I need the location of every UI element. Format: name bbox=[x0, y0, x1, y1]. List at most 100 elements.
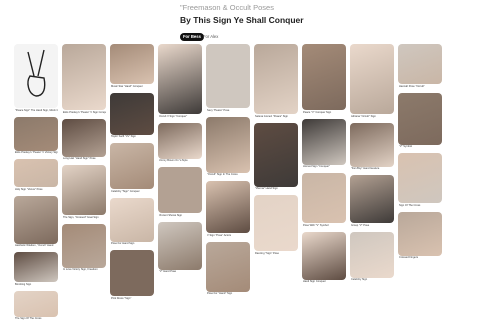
pin-image[interactable] bbox=[62, 165, 106, 215]
pin-caption: In Love Victory Sign, Freedom bbox=[63, 268, 98, 271]
pin-card[interactable]: Celebrity "Sign" Conquer bbox=[110, 143, 154, 197]
pin-image[interactable] bbox=[398, 211, 442, 256]
pin-image[interactable] bbox=[110, 44, 154, 84]
pin-image[interactable] bbox=[110, 143, 154, 189]
pin-card[interactable]: The Sign Of The Cross bbox=[14, 290, 58, 325]
pin-caption: Pose For "Hand" Sign bbox=[207, 292, 233, 295]
pin-caption: "Peace Sign" The Hand Sign, Mock Conquer bbox=[15, 108, 58, 112]
pin-caption: Adriana "Occult" Sign bbox=[351, 114, 376, 118]
pin-caption: Music Star "Hand" Conquer bbox=[111, 84, 143, 88]
pin-card[interactable]: Elvis Presley's "Peace" V Sign Conquer bbox=[62, 44, 106, 118]
pin-image[interactable] bbox=[158, 221, 202, 270]
pin-caption: Jimmy Brown On V-Style bbox=[159, 159, 188, 162]
pin-card[interactable]: Adriana "Occult" Sign bbox=[350, 44, 394, 122]
pin-card[interactable]: "Fan Boy" Hand Gesture bbox=[350, 122, 394, 175]
pin-caption: Pose For Hand Sign bbox=[111, 242, 135, 245]
pin-card[interactable]: Pose For Hand Sign bbox=[110, 197, 154, 250]
pin-image[interactable] bbox=[350, 122, 394, 167]
pin-image[interactable] bbox=[302, 231, 346, 280]
pin-caption: Peace "V" Conquer Sign bbox=[303, 110, 332, 114]
pin-card[interactable]: Hannah Pose "Occult" bbox=[398, 44, 442, 92]
pin-card[interactable]: Peace "V" Conquer Sign bbox=[302, 44, 346, 118]
pin-image[interactable] bbox=[350, 231, 394, 278]
pin-image[interactable] bbox=[254, 44, 298, 114]
pin-card[interactable]: Taylor Swift "Vs" Sign bbox=[110, 92, 154, 143]
peace-hand-icon bbox=[27, 49, 46, 97]
pin-card[interactable]: Celebrity Sign bbox=[350, 231, 394, 286]
pin-image[interactable] bbox=[398, 92, 442, 145]
pin-card[interactable]: "V" Symbol bbox=[398, 92, 442, 153]
pin-card[interactable]: Music Star "Hand" Conquer bbox=[110, 44, 154, 92]
pin-image[interactable] bbox=[206, 116, 250, 173]
pin-card[interactable]: Group "V" Pose bbox=[350, 175, 394, 231]
pin-image[interactable] bbox=[398, 44, 442, 84]
pin-card[interactable]: Sign Of The Cross bbox=[398, 153, 442, 211]
pin-image[interactable] bbox=[302, 173, 346, 223]
pin-caption: "Occult" Sign In The Cross bbox=[207, 173, 238, 176]
pin-card[interactable]: Crossed Fingers bbox=[398, 211, 442, 264]
pin-card[interactable]: Elvis Presley's "Peace" V Victory Sign..… bbox=[14, 116, 58, 159]
pin-caption: Bombing Sign bbox=[15, 282, 32, 286]
pin-caption: Aesthetic Wisdom, "Occult" Hand bbox=[15, 244, 54, 247]
pin-card[interactable]: Sexy "Peace" Pose bbox=[206, 44, 250, 116]
pin-image[interactable] bbox=[110, 250, 154, 296]
pin-image[interactable] bbox=[14, 195, 58, 244]
pin-image[interactable] bbox=[206, 181, 250, 233]
pin-card[interactable]: Jimmy Brown On V-Style bbox=[158, 122, 202, 167]
pin-card[interactable]: Holy Sign "Venus" Pose bbox=[14, 159, 58, 195]
pin-image[interactable] bbox=[398, 153, 442, 203]
pin-image[interactable] bbox=[14, 290, 58, 317]
pin-card[interactable]: "Occult" Sign In The Cross bbox=[206, 116, 250, 181]
pin-card[interactable]: Pose With "V" Symbol bbox=[302, 173, 346, 231]
pin-image[interactable] bbox=[14, 252, 58, 282]
pin-card[interactable]: Selena Gomez "Peace" Sign bbox=[254, 44, 298, 122]
pin-image[interactable] bbox=[14, 44, 58, 108]
pin-card[interactable]: V Sign "Pose" Actors bbox=[206, 181, 250, 241]
pin-caption: "Vienna" Hand Sign bbox=[255, 187, 278, 190]
pin-card[interactable]: Long Hair "Hand Sign" Pose bbox=[62, 118, 106, 165]
pin-card[interactable]: Pose For "Hand" Sign bbox=[206, 241, 250, 300]
pin-image[interactable] bbox=[302, 118, 346, 165]
pin-caption: Occult V Sign "Conquer" bbox=[159, 114, 188, 118]
pin-caption: Horned Sign "Conquer" bbox=[303, 165, 330, 168]
pin-image[interactable] bbox=[158, 122, 202, 159]
pin-card[interactable]: Pink Dress "Sign" bbox=[110, 250, 154, 304]
pin-card[interactable]: Bombing Sign bbox=[14, 252, 58, 290]
pin-image[interactable] bbox=[110, 197, 154, 242]
pin-card[interactable]: Dancing "Sign" Pose bbox=[254, 195, 298, 259]
pin-card[interactable]: The Sign, "Crossed" Goat Sign bbox=[62, 165, 106, 223]
pin-card[interactable]: "Vienna" Hand Sign bbox=[254, 122, 298, 195]
pin-image[interactable] bbox=[158, 167, 202, 213]
pin-column: Elvis Presley's "Peace" V Sign Conquer Lo… bbox=[62, 44, 106, 276]
pin-image[interactable] bbox=[158, 44, 202, 114]
pin-image[interactable] bbox=[14, 159, 58, 187]
pin-column: Hannah Pose "Occult" "V" Symbol Sign Of Th… bbox=[398, 44, 442, 264]
pin-image[interactable] bbox=[302, 44, 346, 110]
pin-card[interactable]: Occult V Sign "Conquer" bbox=[158, 44, 202, 122]
pin-column: Selena Gomez "Peace" Sign "Vienna" Hand S… bbox=[254, 44, 298, 260]
pin-image[interactable] bbox=[14, 116, 58, 151]
pin-card[interactable]: "Peace Sign" The Hand Sign, Mock Conquer bbox=[14, 44, 58, 116]
pin-card[interactable]: In Love Victory Sign, Freedom bbox=[62, 223, 106, 276]
pin-image[interactable] bbox=[206, 44, 250, 108]
pin-caption: "V" Hand Pose bbox=[159, 270, 177, 273]
pin-image[interactable] bbox=[254, 195, 298, 251]
pin-card[interactable]: Vincent Shows Sign bbox=[158, 167, 202, 221]
pin-image[interactable] bbox=[350, 44, 394, 114]
pin-card[interactable]: Horned Sign "Conquer" bbox=[302, 118, 346, 173]
pin-card[interactable]: Aesthetic Wisdom, "Occult" Hand bbox=[14, 195, 58, 252]
pin-image[interactable] bbox=[350, 175, 394, 223]
pin-card[interactable]: Hand Sign Conquer bbox=[302, 231, 346, 288]
pin-image[interactable] bbox=[254, 122, 298, 187]
pin-image[interactable] bbox=[62, 118, 106, 157]
pin-image[interactable] bbox=[62, 44, 106, 110]
pin-caption: Elvis Presley's "Peace" V Victory Sign..… bbox=[15, 151, 58, 154]
pin-caption: Group "V" Pose bbox=[351, 223, 370, 227]
pin-column: Adriana "Occult" Sign "Fan Boy" Hand Gest… bbox=[350, 44, 394, 286]
pin-card[interactable]: "V" Hand Pose bbox=[158, 221, 202, 278]
pin-image[interactable] bbox=[62, 223, 106, 268]
pin-column: "Peace Sign" The Hand Sign, Mock Conquer… bbox=[14, 44, 58, 325]
pin-caption: V Sign "Pose" Actors bbox=[207, 233, 232, 237]
pin-caption: Celebrity "Sign" Conquer bbox=[111, 189, 140, 193]
pin-image[interactable] bbox=[110, 92, 154, 135]
